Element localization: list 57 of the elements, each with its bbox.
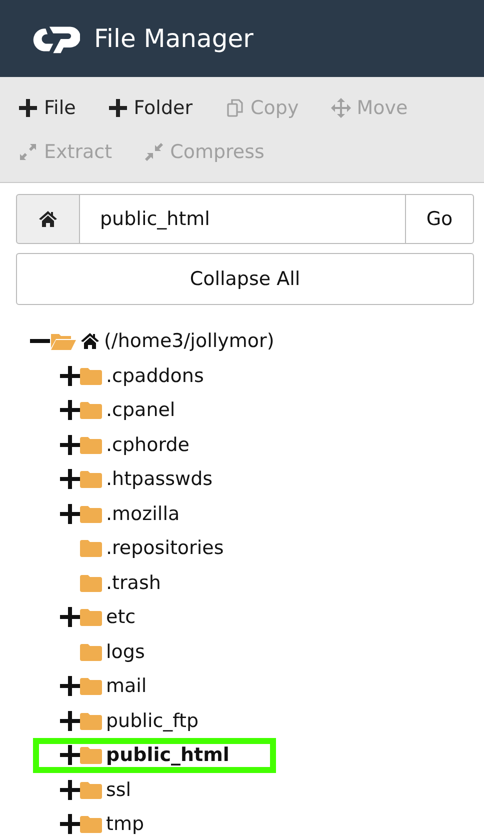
collapse-all-button[interactable]: Collapse All: [16, 253, 474, 305]
path-field[interactable]: public_html: [80, 194, 405, 244]
expand-icon[interactable]: [60, 814, 80, 834]
home-icon: [80, 332, 100, 350]
folder-name[interactable]: ssl: [106, 778, 132, 801]
app-title: File Manager: [94, 24, 254, 53]
expand-icon[interactable]: [60, 710, 80, 731]
expand-icon[interactable]: [60, 434, 80, 455]
folder-name[interactable]: .trash: [106, 572, 161, 594]
folder-name[interactable]: .htpasswds: [106, 468, 213, 490]
folder-icon: [80, 780, 102, 799]
expand-icon[interactable]: [60, 745, 80, 766]
toolbar-button[interactable]: File: [8, 90, 86, 124]
folder-icon: [80, 539, 102, 558]
expand-icon[interactable]: [60, 780, 80, 800]
expand-icon[interactable]: [60, 366, 80, 386]
inward-arrows-icon: [144, 142, 164, 162]
plus-icon: [18, 98, 38, 118]
home-button[interactable]: [16, 194, 80, 244]
folder-icon: [80, 401, 102, 420]
folder-name[interactable]: etc: [106, 606, 136, 628]
four-arrows-icon: [330, 98, 351, 118]
folder-icon: [80, 746, 102, 764]
folder-icon: [80, 574, 102, 592]
open-folder-icon: [50, 331, 76, 352]
folder-name[interactable]: .repositories: [106, 537, 224, 560]
diagonal-arrows-icon: [18, 142, 38, 162]
folder-name[interactable]: .mozilla: [106, 502, 180, 525]
plus-icon: [108, 98, 128, 118]
folder-icon: [80, 366, 102, 385]
folder-icon: [80, 815, 102, 834]
expand-icon[interactable]: [60, 400, 80, 420]
folder-name[interactable]: public_ftp: [106, 710, 199, 732]
folder-icon: [80, 712, 102, 730]
expand-icon[interactable]: [60, 607, 80, 628]
folder-icon: [80, 436, 102, 454]
folder-name[interactable]: public_html: [106, 744, 230, 766]
copy-icon: [224, 98, 245, 118]
go-button[interactable]: Go: [405, 194, 474, 244]
folder-name[interactable]: .cpanel: [106, 399, 176, 422]
folder-name[interactable]: logs: [106, 640, 145, 663]
folder-name[interactable]: tmp: [106, 813, 144, 835]
selected-tree-item[interactable]: public_html: [33, 738, 276, 772]
expand-icon[interactable]: [60, 469, 80, 490]
folder-name[interactable]: .cphorde: [106, 434, 190, 456]
folder-name[interactable]: mail: [106, 675, 147, 698]
toolbar-button[interactable]: Folder: [98, 90, 203, 124]
folder-icon: [80, 470, 102, 488]
expand-icon[interactable]: [60, 504, 80, 524]
expand-icon[interactable]: [60, 676, 80, 696]
home-icon: [38, 210, 58, 228]
folder-name[interactable]: .cpaddons: [106, 364, 204, 387]
tree-root-label[interactable]: (/home3/jollymor): [104, 330, 274, 352]
folder-icon: [80, 608, 102, 626]
folder-icon: [80, 642, 102, 661]
folder-icon: [80, 677, 102, 696]
folder-icon: [80, 504, 102, 523]
